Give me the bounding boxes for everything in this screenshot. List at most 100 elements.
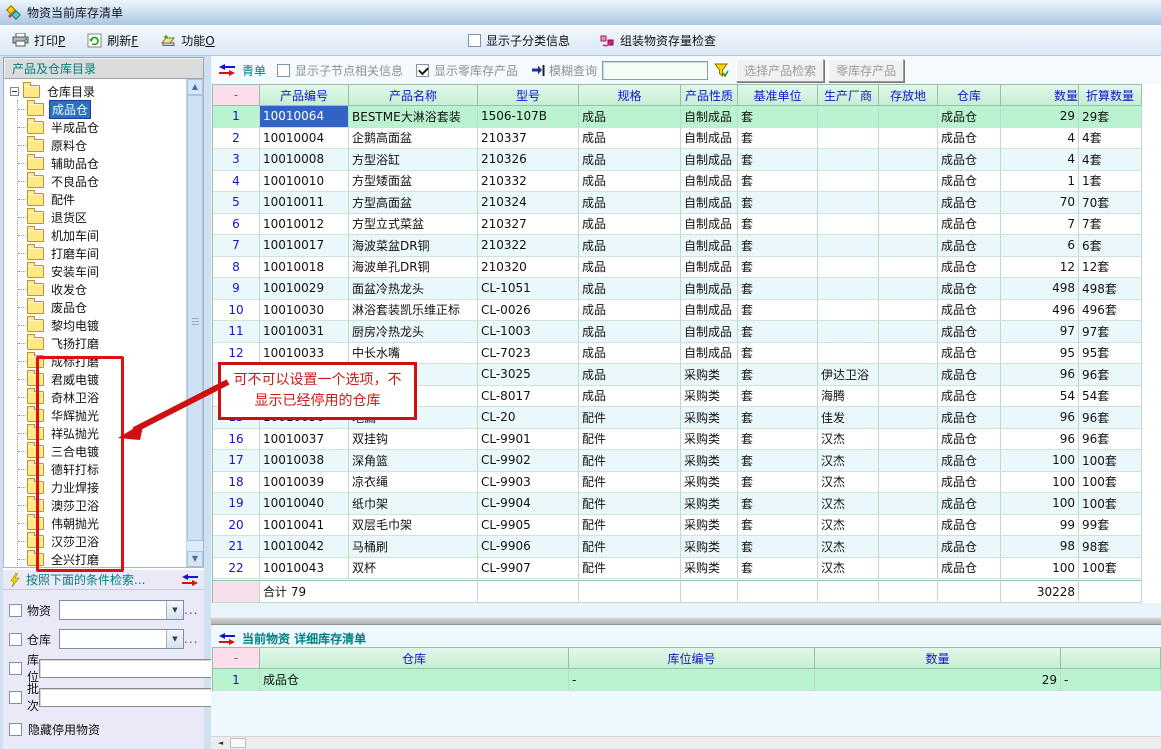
cell[interactable]: 套 (738, 106, 818, 128)
cell[interactable]: 96 (1001, 429, 1079, 451)
chevron-down-icon[interactable]: ▼ (166, 601, 183, 619)
cell[interactable]: 100套 (1079, 450, 1142, 472)
tree-item-label[interactable]: 成品仓 (49, 100, 91, 119)
assembly-check-button[interactable]: 组装物资存量检查 (600, 32, 716, 49)
cell[interactable]: 成品仓 (938, 214, 1001, 236)
cell[interactable]: 汉杰 (818, 472, 879, 494)
tree-item[interactable]: 机加车间 (18, 226, 203, 244)
cell[interactable]: 汉杰 (818, 450, 879, 472)
cell[interactable]: 210327 (478, 214, 579, 236)
cell[interactable]: 498套 (1079, 278, 1142, 300)
cell[interactable]: 100套 (1079, 558, 1142, 580)
cell[interactable]: 纸巾架 (349, 493, 478, 515)
table-row[interactable]: 810010018海波单孔DR铜210320成品自制成品套成品仓1212套 (213, 257, 1142, 279)
cell[interactable] (879, 386, 938, 408)
cell[interactable] (879, 321, 938, 343)
cell[interactable]: 100 (1001, 450, 1079, 472)
cell[interactable]: 自制成品 (681, 171, 738, 193)
cell[interactable]: 双杯 (349, 558, 478, 580)
column-header[interactable]: 产品性质 (681, 84, 738, 106)
tree-item-label[interactable]: 原料仓 (49, 137, 89, 154)
cell[interactable]: 自制成品 (681, 278, 738, 300)
tree-item-label[interactable]: 半成品仓 (49, 119, 101, 136)
tree-item[interactable]: 原料仓 (18, 136, 203, 154)
field-combobox[interactable]: ▼ (59, 629, 184, 649)
tree-item-label[interactable]: 收发仓 (49, 281, 89, 298)
cell[interactable] (818, 343, 879, 365)
field-checkbox[interactable] (9, 691, 22, 704)
cell[interactable]: 5 (213, 192, 260, 214)
tree-item-label[interactable]: 不良品仓 (49, 173, 101, 190)
table-row[interactable]: 2110010042马桶刷CL-9906配件采购类套汉杰成品仓9898套 (213, 536, 1142, 558)
tree-item[interactable]: 收发仓 (18, 280, 203, 298)
cell[interactable] (818, 106, 879, 128)
cell[interactable]: 12 (1001, 257, 1079, 279)
tree-item[interactable]: 华辉抛光 (18, 406, 203, 424)
show-child-info-label[interactable]: 显示子节点相关信息 (295, 62, 403, 79)
cell[interactable]: 210320 (478, 257, 579, 279)
tree-item[interactable]: 飞扬打磨 (18, 334, 203, 352)
cell[interactable]: 96 (1001, 407, 1079, 429)
table-row[interactable]: 910010029面盆冷热龙头CL-1051成品自制成品套成品仓498498套 (213, 278, 1142, 300)
cell[interactable]: 29套 (1079, 106, 1142, 128)
cell[interactable] (879, 128, 938, 150)
tree-item-label[interactable]: 君威电镀 (49, 371, 101, 388)
cell[interactable]: 12 (213, 343, 260, 365)
cell[interactable]: 成品仓 (938, 257, 1001, 279)
cell[interactable]: 1套 (1079, 171, 1142, 193)
tree-item[interactable]: 辅助品仓 (18, 154, 203, 172)
cell[interactable]: 10010041 (260, 515, 349, 537)
cell[interactable]: 成品 (579, 343, 681, 365)
cell[interactable] (879, 343, 938, 365)
cell[interactable] (818, 171, 879, 193)
more-options-button[interactable]: ... (184, 603, 198, 617)
tree-item-label[interactable]: 汉莎卫浴 (49, 533, 101, 550)
cell[interactable]: 210322 (478, 235, 579, 257)
cell[interactable]: 成品 (579, 386, 681, 408)
cell[interactable]: 方型高面盆 (349, 192, 478, 214)
column-header[interactable]: 存放地 (879, 84, 938, 106)
cell[interactable]: 方型浴缸 (349, 149, 478, 171)
cell[interactable]: 10010038 (260, 450, 349, 472)
tree-item[interactable]: 安装车间 (18, 262, 203, 280)
cell[interactable]: 方型矮面盆 (349, 171, 478, 193)
cell[interactable]: 29 (1001, 106, 1079, 128)
column-header[interactable]: 仓库 (260, 647, 569, 669)
more-options-button[interactable]: ... (184, 632, 198, 646)
cell[interactable]: 100套 (1079, 493, 1142, 515)
cell[interactable]: 成品 (579, 149, 681, 171)
cell[interactable]: 成品 (579, 235, 681, 257)
cell[interactable] (818, 235, 879, 257)
cell[interactable] (879, 515, 938, 537)
cell[interactable]: CL-3025 (478, 364, 579, 386)
cell[interactable]: 汉杰 (818, 493, 879, 515)
zero-stock-products-button[interactable]: 零库存产品 (828, 59, 904, 82)
column-header[interactable]: 产品名称 (349, 84, 478, 106)
scroll-left-icon[interactable]: ◄ (213, 738, 228, 749)
cell[interactable]: 210324 (478, 192, 579, 214)
cell[interactable]: 1 (213, 106, 260, 128)
cell[interactable]: 9 (213, 278, 260, 300)
cell[interactable]: 成品仓 (938, 515, 1001, 537)
column-header[interactable]: 数量 (815, 647, 1061, 669)
cell[interactable]: 6 (1001, 235, 1079, 257)
show-subcategory-checkbox[interactable] (468, 34, 481, 47)
cell[interactable]: 6 (213, 214, 260, 236)
hide-disabled-label[interactable]: 隐藏停用物资 (28, 721, 100, 738)
table-row[interactable]: 1710010038深角篮CL-9902配件采购类套汉杰成品仓100100套 (213, 450, 1142, 472)
cell[interactable]: 方型立式菜盆 (349, 214, 478, 236)
tree-item[interactable]: 成品仓 (18, 100, 203, 118)
cell[interactable] (879, 214, 938, 236)
cell[interactable]: 成品仓 (938, 450, 1001, 472)
filter-funnel-icon[interactable] (714, 63, 729, 78)
cell[interactable]: 自制成品 (681, 106, 738, 128)
cell[interactable] (818, 257, 879, 279)
cell[interactable] (818, 278, 879, 300)
cell[interactable]: 20 (213, 515, 260, 537)
cell[interactable]: 配件 (579, 472, 681, 494)
cell[interactable]: 54 (1001, 386, 1079, 408)
tree-item[interactable]: 成标打磨 (18, 352, 203, 370)
tree-item-label[interactable]: 祥弘抛光 (49, 425, 101, 442)
cell[interactable]: CL-9902 (478, 450, 579, 472)
scrollbar-thumb[interactable] (187, 95, 203, 541)
